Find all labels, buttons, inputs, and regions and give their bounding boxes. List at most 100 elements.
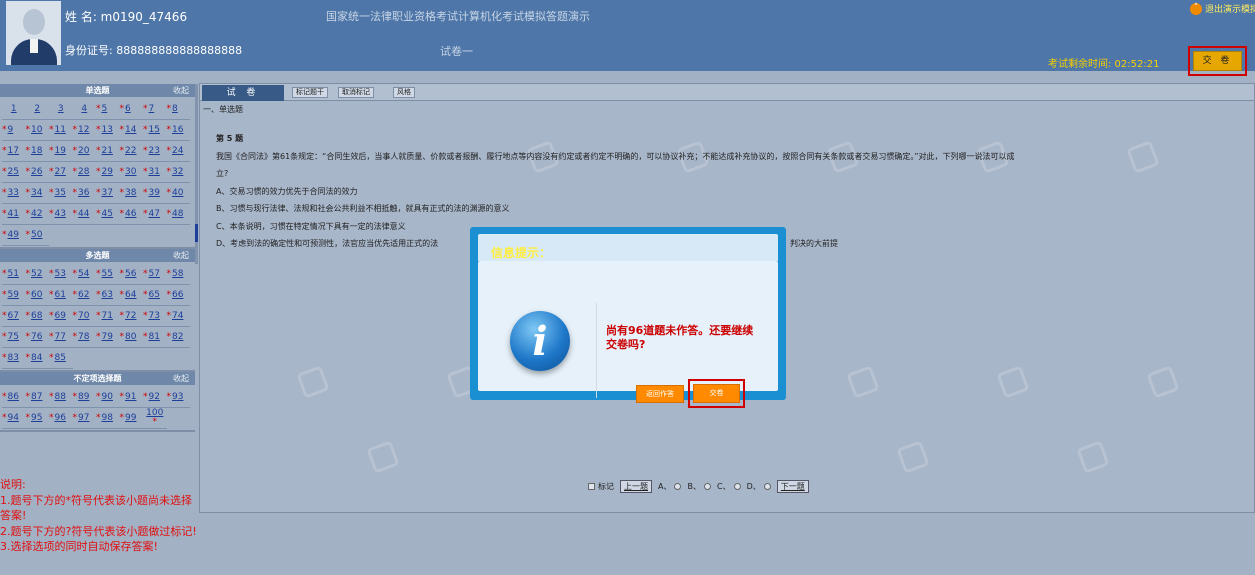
question-link[interactable]: * 40 <box>166 183 190 204</box>
question-link[interactable]: * 16 <box>166 120 190 141</box>
question-link[interactable]: 3 <box>49 99 73 120</box>
question-link[interactable]: * 42 <box>25 204 49 225</box>
question-link[interactable]: * 29 <box>96 162 120 183</box>
exit-demo-button[interactable]: ˄ 退出演示模拟 <box>1190 2 1255 15</box>
question-link[interactable]: * 91 <box>119 387 143 408</box>
question-link[interactable]: * 65 <box>143 285 167 306</box>
question-link[interactable]: * 64 <box>119 285 143 306</box>
question-link[interactable]: * 63 <box>96 285 120 306</box>
question-link[interactable]: * 95 <box>25 408 49 429</box>
choice-radio[interactable] <box>733 483 741 490</box>
question-link[interactable]: * 79 <box>96 327 120 348</box>
mark-stem-button[interactable]: 标记题干 <box>292 87 328 98</box>
question-link[interactable]: 4 <box>72 99 96 120</box>
question-link[interactable]: * 18 <box>25 141 49 162</box>
question-link[interactable]: * 13 <box>96 120 120 141</box>
question-link[interactable]: * 31 <box>143 162 167 183</box>
question-link[interactable]: * 14 <box>119 120 143 141</box>
question-link[interactable]: * 43 <box>49 204 73 225</box>
question-link[interactable]: 2 <box>25 99 49 120</box>
question-link[interactable]: * 97 <box>72 408 96 429</box>
question-link[interactable]: * 17 <box>2 141 26 162</box>
tab-paper[interactable]: 试 卷 <box>202 85 284 101</box>
question-link[interactable]: * 90 <box>96 387 120 408</box>
answer-choice-d[interactable]: D、 <box>747 481 771 492</box>
question-link[interactable]: * 77 <box>49 327 73 348</box>
question-link[interactable]: * 89 <box>72 387 96 408</box>
question-link[interactable]: * 35 <box>49 183 73 204</box>
question-link[interactable]: * 33 <box>2 183 26 204</box>
question-link[interactable]: * 49 <box>2 225 26 246</box>
question-link[interactable]: * 48 <box>166 204 190 225</box>
question-link[interactable]: * 52 <box>25 264 49 285</box>
question-link[interactable]: * 66 <box>166 285 190 306</box>
style-button[interactable]: 风格 <box>393 87 415 98</box>
question-link[interactable]: * 87 <box>25 387 49 408</box>
question-link[interactable]: * 68 <box>25 306 49 327</box>
question-link[interactable]: * 67 <box>2 306 26 327</box>
question-link[interactable]: * 32 <box>166 162 190 183</box>
question-link[interactable]: * 39 <box>143 183 167 204</box>
question-link[interactable]: * 26 <box>25 162 49 183</box>
question-link[interactable]: * 34 <box>25 183 49 204</box>
question-link[interactable]: * 38 <box>119 183 143 204</box>
question-link[interactable]: * 23 <box>143 141 167 162</box>
question-link[interactable]: * 57 <box>143 264 167 285</box>
prev-question-button[interactable]: 上一题 <box>620 480 652 493</box>
question-link[interactable]: * 8 <box>166 99 190 120</box>
question-link[interactable]: * 10 <box>25 120 49 141</box>
question-link[interactable]: * 99 <box>119 408 143 429</box>
question-link[interactable]: * 15 <box>143 120 167 141</box>
question-link[interactable]: * 6 <box>119 99 143 120</box>
question-link[interactable]: * 11 <box>49 120 73 141</box>
question-link[interactable]: * 69 <box>49 306 73 327</box>
question-link[interactable]: * 25 <box>2 162 26 183</box>
question-link[interactable]: * 82 <box>166 327 190 348</box>
submit-exam-button[interactable]: 交 卷 <box>1193 51 1242 71</box>
collapse-button[interactable]: 收起 <box>173 372 189 385</box>
question-link[interactable]: * 73 <box>143 306 167 327</box>
question-link[interactable]: * 70 <box>72 306 96 327</box>
unmark-button[interactable]: 取消标记 <box>338 87 374 98</box>
answer-choice-a[interactable]: A、 <box>658 481 682 492</box>
question-link[interactable]: * 46 <box>119 204 143 225</box>
question-link[interactable]: * 71 <box>96 306 120 327</box>
question-link[interactable]: * 62 <box>72 285 96 306</box>
question-link[interactable]: * 86 <box>2 387 26 408</box>
question-link[interactable]: * 9 <box>2 120 26 141</box>
question-link[interactable]: * 41 <box>2 204 26 225</box>
question-link[interactable]: * 54 <box>72 264 96 285</box>
question-link[interactable]: * 72 <box>119 306 143 327</box>
confirm-submit-button[interactable]: 交卷 <box>693 384 740 403</box>
question-link[interactable]: * 88 <box>49 387 73 408</box>
next-question-button[interactable]: 下一题 <box>776 480 809 493</box>
question-link[interactable]: 1 <box>2 99 26 120</box>
question-link[interactable]: * 59 <box>2 285 26 306</box>
question-link[interactable]: * 78 <box>72 327 96 348</box>
question-link[interactable]: * 12 <box>72 120 96 141</box>
mark-checkbox[interactable] <box>588 483 595 490</box>
collapse-button[interactable]: 收起 <box>173 249 189 262</box>
answer-choice-c[interactable]: C、 <box>717 481 741 492</box>
question-link[interactable]: * 84 <box>25 348 49 369</box>
question-link[interactable]: * 76 <box>25 327 49 348</box>
question-link[interactable]: * 30 <box>119 162 143 183</box>
question-link[interactable]: * 20 <box>72 141 96 162</box>
question-link[interactable]: * 60 <box>25 285 49 306</box>
question-link[interactable]: * 98 <box>96 408 120 429</box>
return-to-answer-button[interactable]: 返回作答 <box>636 385 684 403</box>
mark-question-toggle[interactable]: 标记 <box>588 481 614 492</box>
question-link[interactable]: * 28 <box>72 162 96 183</box>
answer-choice-b[interactable]: B、 <box>687 481 711 492</box>
question-link[interactable]: * 96 <box>49 408 73 429</box>
choice-radio[interactable] <box>703 483 711 490</box>
question-link[interactable]: * 51 <box>2 264 26 285</box>
question-link[interactable]: * 58 <box>166 264 190 285</box>
question-link[interactable]: * 21 <box>96 141 120 162</box>
question-link[interactable]: * 75 <box>2 327 26 348</box>
question-link[interactable]: * 81 <box>143 327 167 348</box>
question-link[interactable]: * 44 <box>72 204 96 225</box>
question-link[interactable]: * 53 <box>49 264 73 285</box>
question-link[interactable]: * 85 <box>49 348 73 369</box>
question-link[interactable]: * 7 <box>143 99 167 120</box>
